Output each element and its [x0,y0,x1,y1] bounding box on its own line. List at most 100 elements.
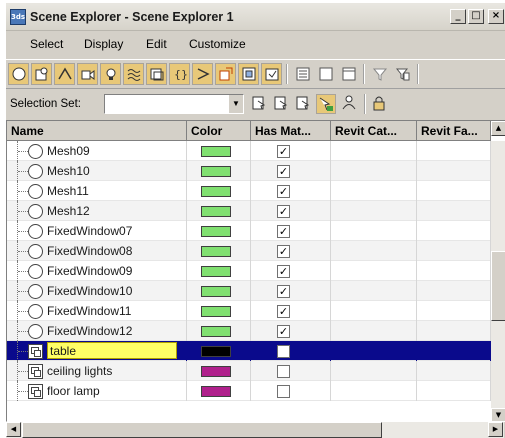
has-material-checkbox[interactable]: ✓ [277,205,290,218]
color-swatch[interactable] [201,166,231,177]
color-cell[interactable] [187,261,251,281]
group-icon[interactable] [27,363,44,380]
sphere-icon[interactable] [27,183,44,200]
object-name[interactable]: floor lamp [47,384,100,398]
has-material-checkbox[interactable]: ✓ [277,225,290,238]
geometry-icon[interactable] [31,63,52,85]
has-material-checkbox[interactable]: ✓ [277,285,290,298]
has-material-cell[interactable]: ✓ [251,281,331,301]
spacewarp-icon[interactable] [123,63,144,85]
sphere-icon[interactable] [8,63,29,85]
color-cell[interactable] [187,201,251,221]
revit-family-cell[interactable] [417,341,491,361]
vertical-scroll-thumb[interactable] [491,251,505,321]
color-swatch[interactable] [201,306,231,317]
color-cell[interactable] [187,281,251,301]
has-material-checkbox[interactable] [277,365,290,378]
group-icon[interactable] [27,343,44,360]
xref-icon[interactable] [215,63,236,85]
revit-family-cell[interactable] [417,301,491,321]
scroll-right-arrow-icon[interactable]: ▶ [488,422,503,437]
column-header-color[interactable]: Color [187,121,251,141]
table-row[interactable]: FixedWindow11 ✓ [7,301,491,321]
horizontal-scrollbar[interactable]: ◀ ▶ [6,422,504,438]
color-cell[interactable] [187,181,251,201]
color-swatch[interactable] [201,386,231,397]
vertical-scrollbar[interactable]: ▲ ▼ [491,121,505,421]
helper-icon[interactable]: {} [169,63,190,85]
revit-family-cell[interactable] [417,241,491,261]
has-material-cell[interactable]: ✓ [251,321,331,341]
has-material-cell[interactable]: ✓ [251,181,331,201]
group-icon[interactable] [146,63,167,85]
object-name[interactable]: FixedWindow10 [47,284,132,298]
has-material-checkbox[interactable] [277,385,290,398]
color-swatch[interactable] [201,226,231,237]
table-row[interactable]: Mesh12 ✓ [7,201,491,221]
color-swatch[interactable] [201,326,231,337]
has-material-cell[interactable] [251,341,331,361]
revit-family-cell[interactable] [417,141,491,161]
revit-category-cell[interactable] [331,201,417,221]
revit-family-cell[interactable] [417,281,491,301]
table-row[interactable]: Mesh09 ✓ [7,141,491,161]
revit-category-cell[interactable] [331,281,417,301]
light-icon[interactable] [100,63,121,85]
menu-display[interactable]: Display [84,37,123,51]
object-name[interactable]: Mesh12 [47,204,90,218]
scroll-up-arrow-icon[interactable]: ▲ [491,121,505,136]
revit-category-cell[interactable] [331,381,417,401]
selection-set-dropdown[interactable]: ▼ [104,94,244,114]
table-row[interactable]: FixedWindow12 ✓ [7,321,491,341]
maximize-button[interactable]: □ [468,9,484,24]
revit-category-cell[interactable] [331,361,417,381]
table-row[interactable]: Mesh10 ✓ [7,161,491,181]
revit-family-cell[interactable] [417,201,491,221]
color-cell[interactable] [187,361,251,381]
object-name[interactable]: table [47,342,177,359]
has-material-cell[interactable]: ✓ [251,161,331,181]
lock-icon[interactable] [370,94,390,114]
revit-category-cell[interactable] [331,241,417,261]
select-invert-icon[interactable] [294,94,314,114]
color-swatch[interactable] [201,266,231,277]
group-icon[interactable] [27,383,44,400]
color-cell[interactable] [187,161,251,181]
name-cell[interactable]: FixedWindow08 [7,241,187,261]
revit-category-cell[interactable] [331,321,417,341]
color-cell[interactable] [187,321,251,341]
has-material-checkbox[interactable]: ✓ [277,305,290,318]
name-cell[interactable]: FixedWindow12 [7,321,187,341]
sphere-icon[interactable] [27,323,44,340]
object-name[interactable]: FixedWindow11 [47,304,131,318]
column-header-has-material[interactable]: Has Mat... [251,121,331,141]
revit-category-cell[interactable] [331,261,417,281]
name-cell[interactable]: Mesh12 [7,201,187,221]
column-header-revit-family[interactable]: Revit Fa... [417,121,491,141]
revit-family-cell[interactable] [417,221,491,241]
sphere-icon[interactable] [27,303,44,320]
column-header-name[interactable]: Name [7,121,187,141]
has-material-checkbox[interactable]: ✓ [277,245,290,258]
close-button[interactable]: × [488,9,504,24]
horizontal-scroll-thumb[interactable] [22,422,382,438]
has-material-cell[interactable]: ✓ [251,301,331,321]
revit-category-cell[interactable] [331,341,417,361]
name-cell[interactable]: floor lamp [7,381,187,401]
sync-selection-icon[interactable] [316,94,336,114]
table-row[interactable]: table [7,341,491,361]
menu-select[interactable]: Select [30,37,63,51]
has-material-checkbox[interactable]: ✓ [277,165,290,178]
revit-category-cell[interactable] [331,181,417,201]
object-name[interactable]: FixedWindow12 [47,324,132,338]
has-material-cell[interactable]: ✓ [251,261,331,281]
color-cell[interactable] [187,301,251,321]
select-all-icon[interactable] [250,94,270,114]
revit-category-cell[interactable] [331,221,417,241]
sphere-icon[interactable] [27,243,44,260]
sphere-icon[interactable] [27,143,44,160]
shapes-icon[interactable] [54,63,75,85]
color-swatch[interactable] [201,146,231,157]
hierarchy-icon[interactable] [340,94,360,114]
chevron-down-icon[interactable]: ▼ [229,95,243,113]
